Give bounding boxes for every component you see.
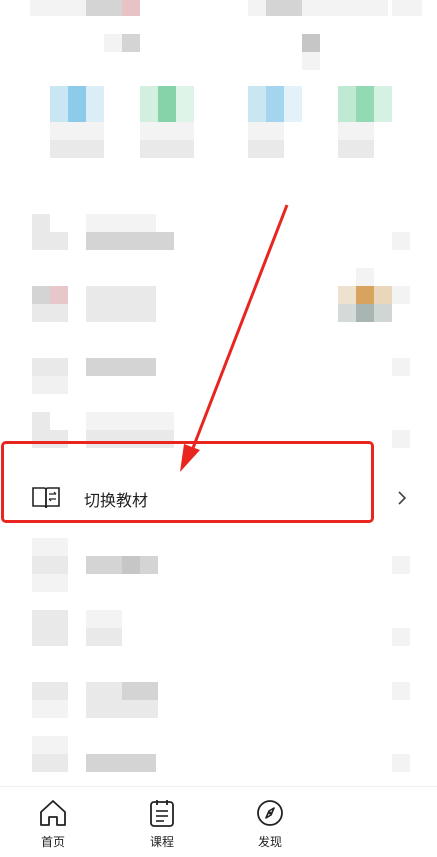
tab-home-label: 首页 <box>40 835 65 849</box>
switch-textbook-label: 切换教材 <box>84 491 149 510</box>
tab-home[interactable]: 首页 <box>0 787 108 857</box>
home-icon <box>40 800 66 826</box>
book-swap-icon <box>32 487 60 509</box>
tab-course-label: 课程 <box>149 835 174 849</box>
compass-icon <box>257 800 283 826</box>
tab-discover-label: 发现 <box>257 835 282 849</box>
tab-discover[interactable]: 发现 <box>215 787 325 857</box>
chevron-right-icon <box>398 491 407 505</box>
course-list-icon <box>150 800 174 827</box>
tab-course[interactable]: 课程 <box>107 787 217 857</box>
bottom-tab-bar: 首页 课程 发现 <box>0 786 437 857</box>
switch-textbook-row[interactable] <box>0 443 437 523</box>
